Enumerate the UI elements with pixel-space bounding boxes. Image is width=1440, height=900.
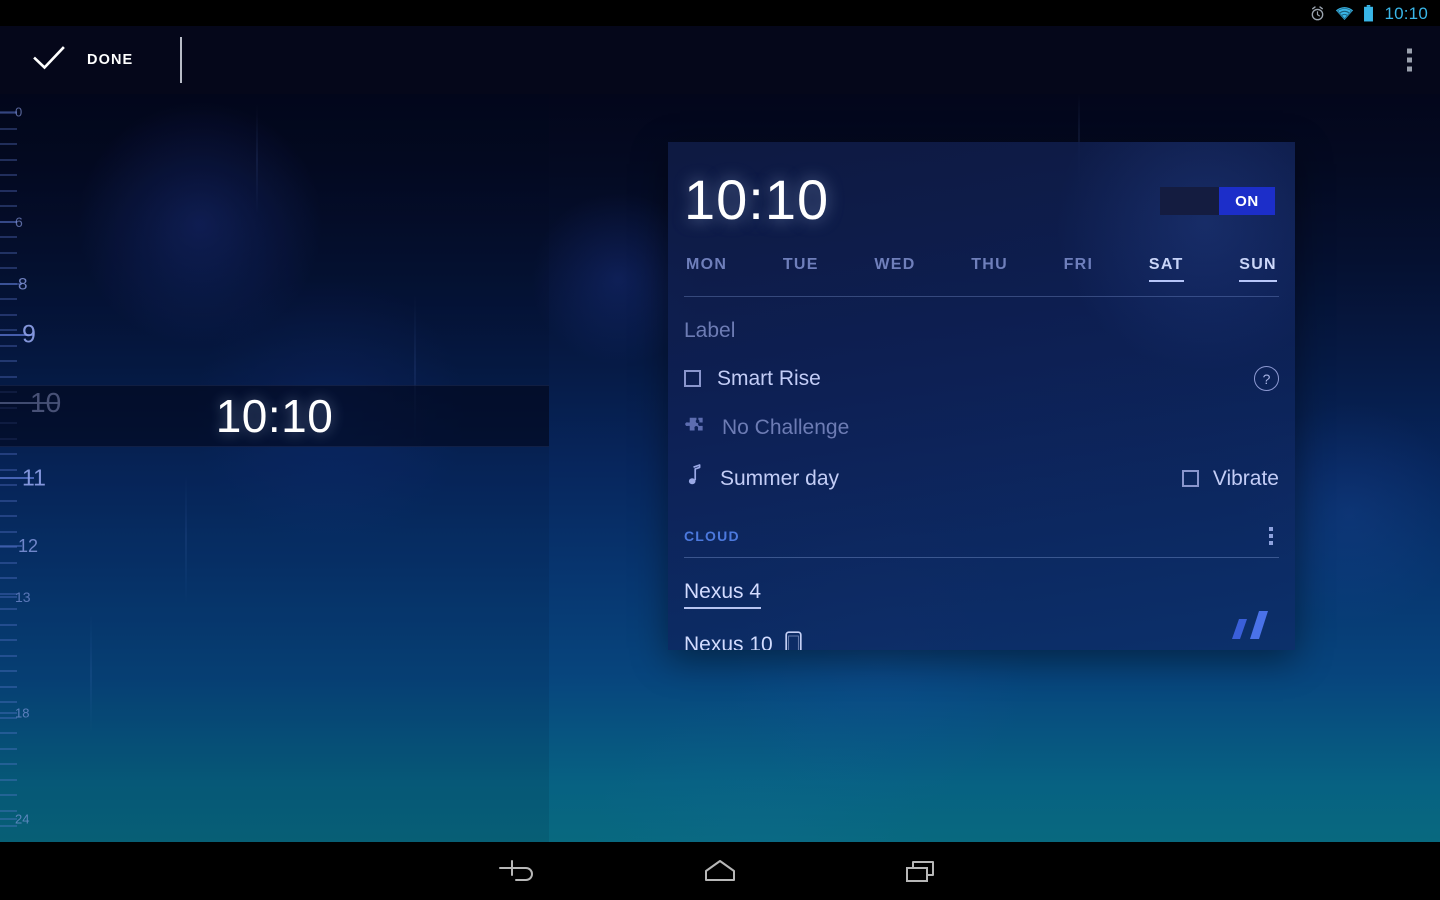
- card-header: 10:10 ON: [668, 142, 1295, 228]
- phone-icon: [785, 631, 802, 650]
- puzzle-piece-icon: [684, 414, 706, 441]
- ruler-tick: [0, 267, 17, 269]
- weekday-mon[interactable]: MON: [686, 256, 727, 282]
- alarm-edit-card: 10:10 ON MONTUEWEDTHUFRISATSUN Label Sma…: [668, 142, 1295, 650]
- challenge-row[interactable]: No Challenge: [668, 414, 1295, 441]
- battery-icon: [1363, 4, 1374, 22]
- ruler-tick: [0, 747, 17, 750]
- alarm-enabled-toggle[interactable]: ON: [1160, 187, 1275, 215]
- home-button[interactable]: [692, 851, 748, 891]
- system-navigation-bar: [0, 842, 1440, 900]
- wifi-icon: [1335, 6, 1354, 21]
- cloud-device-row[interactable]: Nexus 10: [668, 631, 1295, 650]
- ruler-hour-label-0[interactable]: 0: [15, 106, 22, 119]
- cloud-overflow-menu-icon[interactable]: [1263, 523, 1279, 549]
- status-bar-time: 10:10: [1384, 3, 1428, 23]
- device-name[interactable]: Nexus 4: [684, 580, 762, 609]
- ruler-tick: [0, 701, 17, 703]
- ruler-hour-label-11[interactable]: 11: [22, 466, 46, 490]
- ruler-tick: [0, 732, 17, 734]
- ringtone-label: Summer day: [720, 466, 840, 490]
- back-button[interactable]: [490, 851, 546, 891]
- cloud-title: CLOUD: [684, 528, 740, 544]
- alarm-time[interactable]: 10:10: [684, 172, 829, 228]
- vibrate-checkbox[interactable]: [1181, 470, 1199, 487]
- ruler-tick: [0, 515, 17, 517]
- toggle-label: ON: [1235, 192, 1259, 210]
- cloud-device-row[interactable]: Nexus 4: [668, 580, 1295, 609]
- cloud-section-header: CLOUD: [668, 523, 1295, 549]
- ruler-tick: [0, 623, 17, 626]
- cloud-divider: [684, 557, 1279, 558]
- ruler-tick: [0, 499, 17, 502]
- check-icon: [33, 45, 65, 76]
- timeline-tint: [0, 94, 549, 842]
- ruler-tick: [0, 453, 17, 455]
- ruler-tick: [0, 639, 17, 641]
- ruler-tick: [0, 375, 17, 378]
- status-bar: 10:10: [0, 0, 1440, 26]
- ruler-tick: [0, 670, 17, 672]
- ruler-hour-label-18[interactable]: 18: [15, 707, 29, 720]
- ruler-tick: [0, 484, 17, 486]
- ringtone-row[interactable]: Summer day Vibrate: [668, 464, 1295, 493]
- recents-button[interactable]: [894, 851, 950, 891]
- ruler-tick: [0, 298, 17, 300]
- weekday-wed[interactable]: WED: [874, 256, 915, 282]
- selected-time-display: 10:10: [215, 390, 334, 442]
- ruler-tick: [0, 654, 17, 657]
- two-bars-logo: [1223, 610, 1275, 640]
- ruler-tick: [0, 251, 17, 254]
- smart-rise-label: Smart Rise: [717, 366, 821, 390]
- ruler-hour-label-12[interactable]: 12: [18, 537, 38, 555]
- ruler-tick: [0, 561, 17, 564]
- ruler-tick: [0, 236, 17, 238]
- overflow-menu-icon[interactable]: [1401, 43, 1418, 78]
- weekday-thu[interactable]: THU: [971, 256, 1008, 282]
- ruler-hour-label-9[interactable]: 9: [22, 322, 36, 348]
- ruler-hour-label-13[interactable]: 13: [15, 590, 31, 604]
- ruler-tick: [0, 174, 17, 176]
- ruler-tick: [0, 143, 17, 145]
- alarm-icon: [1309, 5, 1326, 22]
- challenge-label: No Challenge: [722, 415, 850, 439]
- ruler-tick: [0, 344, 17, 347]
- vibrate-label: Vibrate: [1212, 466, 1279, 490]
- ruler-hour-label-6[interactable]: 6: [15, 215, 23, 229]
- screen: 10:10 DONE 0689101112131824 10:10: [0, 0, 1440, 900]
- weekday-tue[interactable]: TUE: [783, 256, 819, 282]
- ruler-tick: [0, 360, 17, 362]
- music-note-icon: [684, 464, 704, 493]
- done-label: DONE: [87, 52, 134, 68]
- done-button[interactable]: DONE: [0, 45, 133, 76]
- ruler-tick: [0, 329, 17, 331]
- ruler-tick: [0, 794, 17, 796]
- timeline-ruler[interactable]: 0689101112131824 10:10: [0, 94, 549, 842]
- action-bar-divider: [180, 37, 183, 83]
- ruler-tick: [0, 127, 17, 130]
- ruler-tick: [0, 189, 17, 192]
- action-bar: DONE: [0, 26, 1440, 94]
- vibrate-control[interactable]: Vibrate: [1181, 466, 1279, 491]
- ruler-tick: [0, 530, 17, 533]
- ruler-tick: [0, 577, 17, 579]
- ruler-hour-label-8[interactable]: 8: [18, 276, 27, 293]
- ruler-tick: [0, 313, 17, 316]
- cloud-device-list: Nexus 4 Nexus 10: [668, 580, 1295, 650]
- toggle-thumb: ON: [1219, 187, 1275, 215]
- ruler-tick: [0, 608, 17, 610]
- help-glyph: ?: [1262, 370, 1271, 387]
- smart-rise-checkbox[interactable]: [684, 370, 701, 387]
- ruler-tick: [0, 158, 17, 161]
- alarm-label-placeholder: Label: [684, 319, 736, 342]
- ruler-tick: [0, 778, 17, 781]
- toggle-track: [1160, 187, 1219, 215]
- ruler-tick: [0, 205, 17, 207]
- ruler-tick: [0, 763, 17, 765]
- ruler-tick: [0, 468, 17, 471]
- device-name[interactable]: Nexus 10: [684, 633, 773, 651]
- ruler-tick: [0, 685, 17, 688]
- ruler-hour-label-24[interactable]: 24: [15, 813, 29, 826]
